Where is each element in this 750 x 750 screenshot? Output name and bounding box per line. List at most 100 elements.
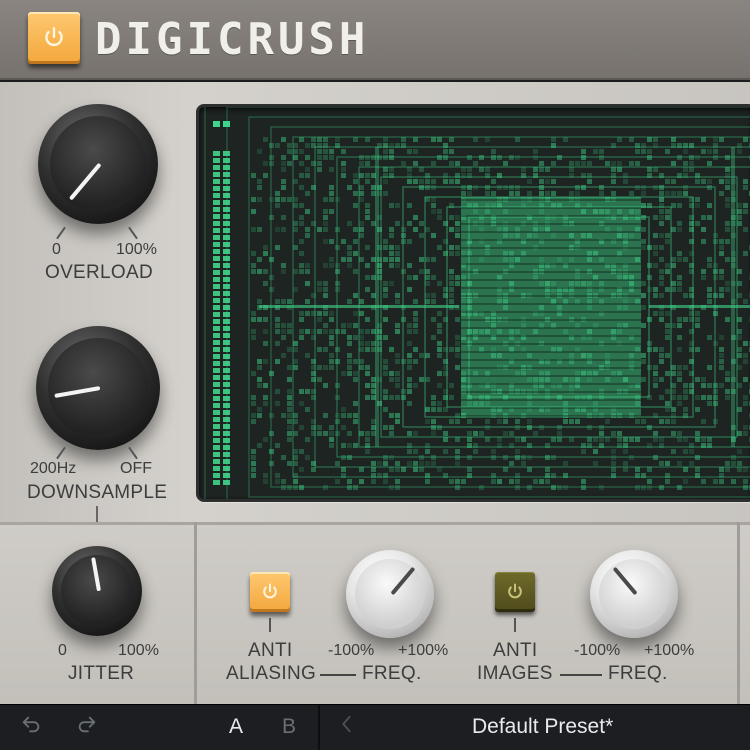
noise-pixel <box>353 173 358 178</box>
noise-pixel <box>485 419 490 424</box>
noise-pixel <box>437 347 442 352</box>
chevron-left-icon <box>342 715 351 733</box>
noise-pixel <box>665 353 670 358</box>
noise-pixel <box>701 239 706 244</box>
noise-pixel <box>737 281 742 286</box>
jitter-knob[interactable] <box>52 546 142 636</box>
noise-pixel <box>413 137 418 142</box>
noise-pixel <box>743 209 748 214</box>
noise-pixel <box>707 437 712 442</box>
noise-pixel <box>317 347 322 352</box>
preset-name[interactable]: Default Preset* <box>472 715 613 739</box>
noise-pixel <box>443 149 448 154</box>
noise-pixel <box>365 395 370 400</box>
noise-pixel <box>737 203 742 208</box>
scanline <box>461 319 641 321</box>
noise-pixel <box>719 269 724 274</box>
level-meter-segment <box>213 305 220 310</box>
noise-pixel <box>293 455 298 460</box>
noise-pixel <box>707 335 712 340</box>
noise-pixel <box>449 137 454 142</box>
noise-pixel <box>305 269 310 274</box>
noise-pixel <box>275 227 280 232</box>
noise-pixel <box>671 137 676 142</box>
level-meter-segment <box>213 382 220 387</box>
noise-pixel <box>659 293 664 298</box>
noise-pixel <box>383 191 388 196</box>
level-meter-segment <box>213 256 220 261</box>
noise-pixel <box>383 179 388 184</box>
noise-pixel <box>305 155 310 160</box>
noise-pixel <box>665 233 670 238</box>
noise-pixel <box>485 191 490 196</box>
noise-pixel <box>365 383 370 388</box>
noise-pixel <box>725 461 730 466</box>
noise-pixel <box>677 395 682 400</box>
noise-pixel <box>671 407 676 412</box>
noise-pixel <box>323 155 328 160</box>
noise-pixel <box>449 419 454 424</box>
noise-pixel <box>737 329 742 334</box>
noise-pixel <box>305 437 310 442</box>
noise-pixel <box>329 155 334 160</box>
noise-pixel <box>671 449 676 454</box>
noise-pixel <box>383 395 388 400</box>
noise-pixel <box>425 479 430 484</box>
noise-pixel <box>455 221 460 226</box>
noise-pixel <box>743 401 748 406</box>
downsample-knob[interactable] <box>36 326 160 450</box>
noise-pixel <box>437 341 442 346</box>
noise-pixel <box>563 461 568 466</box>
noise-pixel <box>293 149 298 154</box>
noise-pixel <box>365 287 370 292</box>
slot-b-button[interactable]: B <box>282 715 296 739</box>
noise-pixel <box>431 179 436 184</box>
noise-pixel <box>365 215 370 220</box>
overload-knob[interactable] <box>38 104 158 224</box>
anti-aliasing-label-line1: ANTI <box>248 640 293 661</box>
noise-pixel <box>629 437 634 442</box>
noise-pixel <box>683 479 688 484</box>
noise-pixel <box>701 395 706 400</box>
noise-pixel <box>449 149 454 154</box>
noise-pixel <box>719 353 724 358</box>
noise-pixel <box>395 293 400 298</box>
prev-preset-button[interactable] <box>338 713 356 741</box>
noise-pixel <box>299 161 304 166</box>
noise-pixel <box>449 293 454 298</box>
noise-pixel <box>491 179 496 184</box>
noise-pixel <box>413 449 418 454</box>
noise-pixel <box>653 371 658 376</box>
noise-pixel <box>251 251 256 256</box>
undo-button[interactable] <box>20 713 42 741</box>
noise-pixel <box>707 287 712 292</box>
noise-pixel <box>719 245 724 250</box>
noise-pixel <box>299 335 304 340</box>
noise-pixel <box>275 401 280 406</box>
anti-images-freq-knob[interactable] <box>590 550 678 638</box>
plugin-power-button[interactable] <box>28 12 80 64</box>
noise-pixel <box>383 245 388 250</box>
noise-pixel <box>287 407 292 412</box>
noise-pixel <box>503 161 508 166</box>
noise-pixel <box>641 245 646 250</box>
redo-button[interactable] <box>76 713 98 741</box>
noise-pixel <box>641 419 646 424</box>
anti-aliasing-toggle[interactable] <box>250 572 290 612</box>
anti-images-toggle[interactable] <box>495 572 535 612</box>
noise-pixel <box>353 413 358 418</box>
noise-pixel <box>611 461 616 466</box>
noise-pixel <box>299 173 304 178</box>
noise-pixel <box>305 209 310 214</box>
noise-pixel <box>701 479 706 484</box>
noise-pixel <box>437 323 442 328</box>
noise-pixel <box>659 221 664 226</box>
noise-pixel <box>695 395 700 400</box>
noise-pixel <box>317 155 322 160</box>
noise-pixel <box>467 419 472 424</box>
noise-pixel <box>359 299 364 304</box>
anti-aliasing-freq-knob[interactable] <box>346 550 434 638</box>
noise-pixel <box>359 467 364 472</box>
noise-pixel <box>323 239 328 244</box>
slot-a-button[interactable]: A <box>229 715 243 739</box>
